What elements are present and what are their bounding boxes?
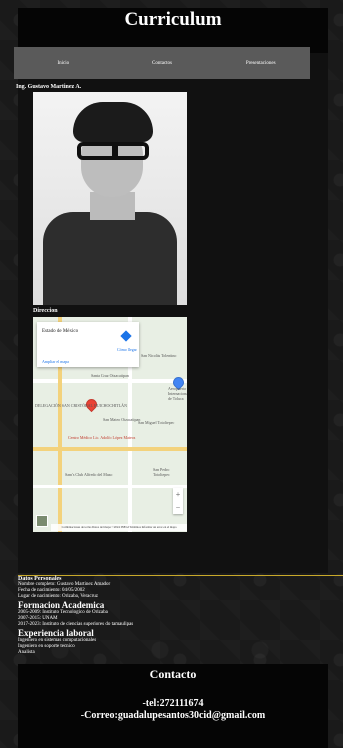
map-label: San Miguel Totoltepec bbox=[138, 420, 175, 425]
personal-section: Datos Personales Nombre completo: Gustav… bbox=[18, 575, 343, 656]
map-label: Santa Cruz Otzacatipan bbox=[91, 373, 129, 378]
map-place-name: Estado de México bbox=[42, 329, 79, 334]
experience-line: Analista bbox=[18, 650, 35, 655]
location-map[interactable]: Estado de México Cómo llegar Ampliar el … bbox=[33, 317, 187, 532]
experience-heading: Experiencia laboral bbox=[18, 628, 94, 638]
main-nav: Inicio Contactos Presentaciones bbox=[14, 47, 310, 79]
education-heading: Formacion Academica bbox=[18, 600, 105, 610]
contact-phone[interactable]: -tel:272111674 bbox=[18, 698, 328, 709]
nav-item-presentaciones[interactable]: Presentaciones bbox=[211, 61, 310, 66]
map-road bbox=[33, 379, 187, 383]
directions-icon[interactable] bbox=[120, 330, 132, 342]
profile-photo bbox=[33, 92, 187, 305]
map-zoom-link[interactable]: Ampliar el mapa bbox=[42, 359, 69, 364]
site-title: Curriculum bbox=[124, 9, 222, 30]
nav-item-contactos[interactable]: Contactos bbox=[113, 61, 212, 66]
map-directions-link[interactable]: Cómo llegar bbox=[117, 347, 137, 352]
personal-title: Datos Personales bbox=[18, 575, 343, 582]
map-zoom-controls[interactable]: + − bbox=[173, 488, 183, 514]
contact-section: Contacto -tel:272111674 -Correo:guadalup… bbox=[18, 664, 328, 748]
map-highway bbox=[33, 447, 187, 451]
map-road bbox=[33, 485, 187, 488]
map-label: Sam's Club Alfredo del Mazo bbox=[65, 472, 113, 477]
photo-glasses bbox=[77, 142, 149, 160]
map-label: San Mateo Otzacatipan bbox=[103, 417, 141, 422]
map-label-hospital: Centro Médico Lic. Adolfo López Mateos bbox=[68, 435, 136, 440]
contact-email[interactable]: -Correo:guadalupesantos30cid@gmail.com bbox=[18, 710, 328, 721]
photo-shirt bbox=[43, 212, 177, 305]
nav-item-inicio[interactable]: Inicio bbox=[14, 61, 113, 66]
photo-hair bbox=[73, 102, 153, 142]
location-label: Direccion bbox=[33, 308, 58, 314]
map-info-card: Estado de México Cómo llegar Ampliar el … bbox=[37, 322, 139, 367]
map-label: San Nicolás Tolentino bbox=[141, 353, 177, 358]
map-footer: Combinaciones de teclas Datos del mapa ©… bbox=[51, 524, 187, 531]
map-layer-thumbnail[interactable] bbox=[36, 515, 48, 527]
profile-name: Ing. Gustavo Martinez A. bbox=[16, 84, 82, 90]
map-label: Aeropuerto Internacional de Toluca bbox=[168, 386, 187, 401]
map-label: DELEGACIÓN SAN CRISTÓBAL HUICHOCHITLÁN bbox=[35, 403, 127, 408]
contact-title: Contacto bbox=[149, 667, 197, 681]
map-label: San Pedro Totoltepec bbox=[153, 467, 170, 477]
